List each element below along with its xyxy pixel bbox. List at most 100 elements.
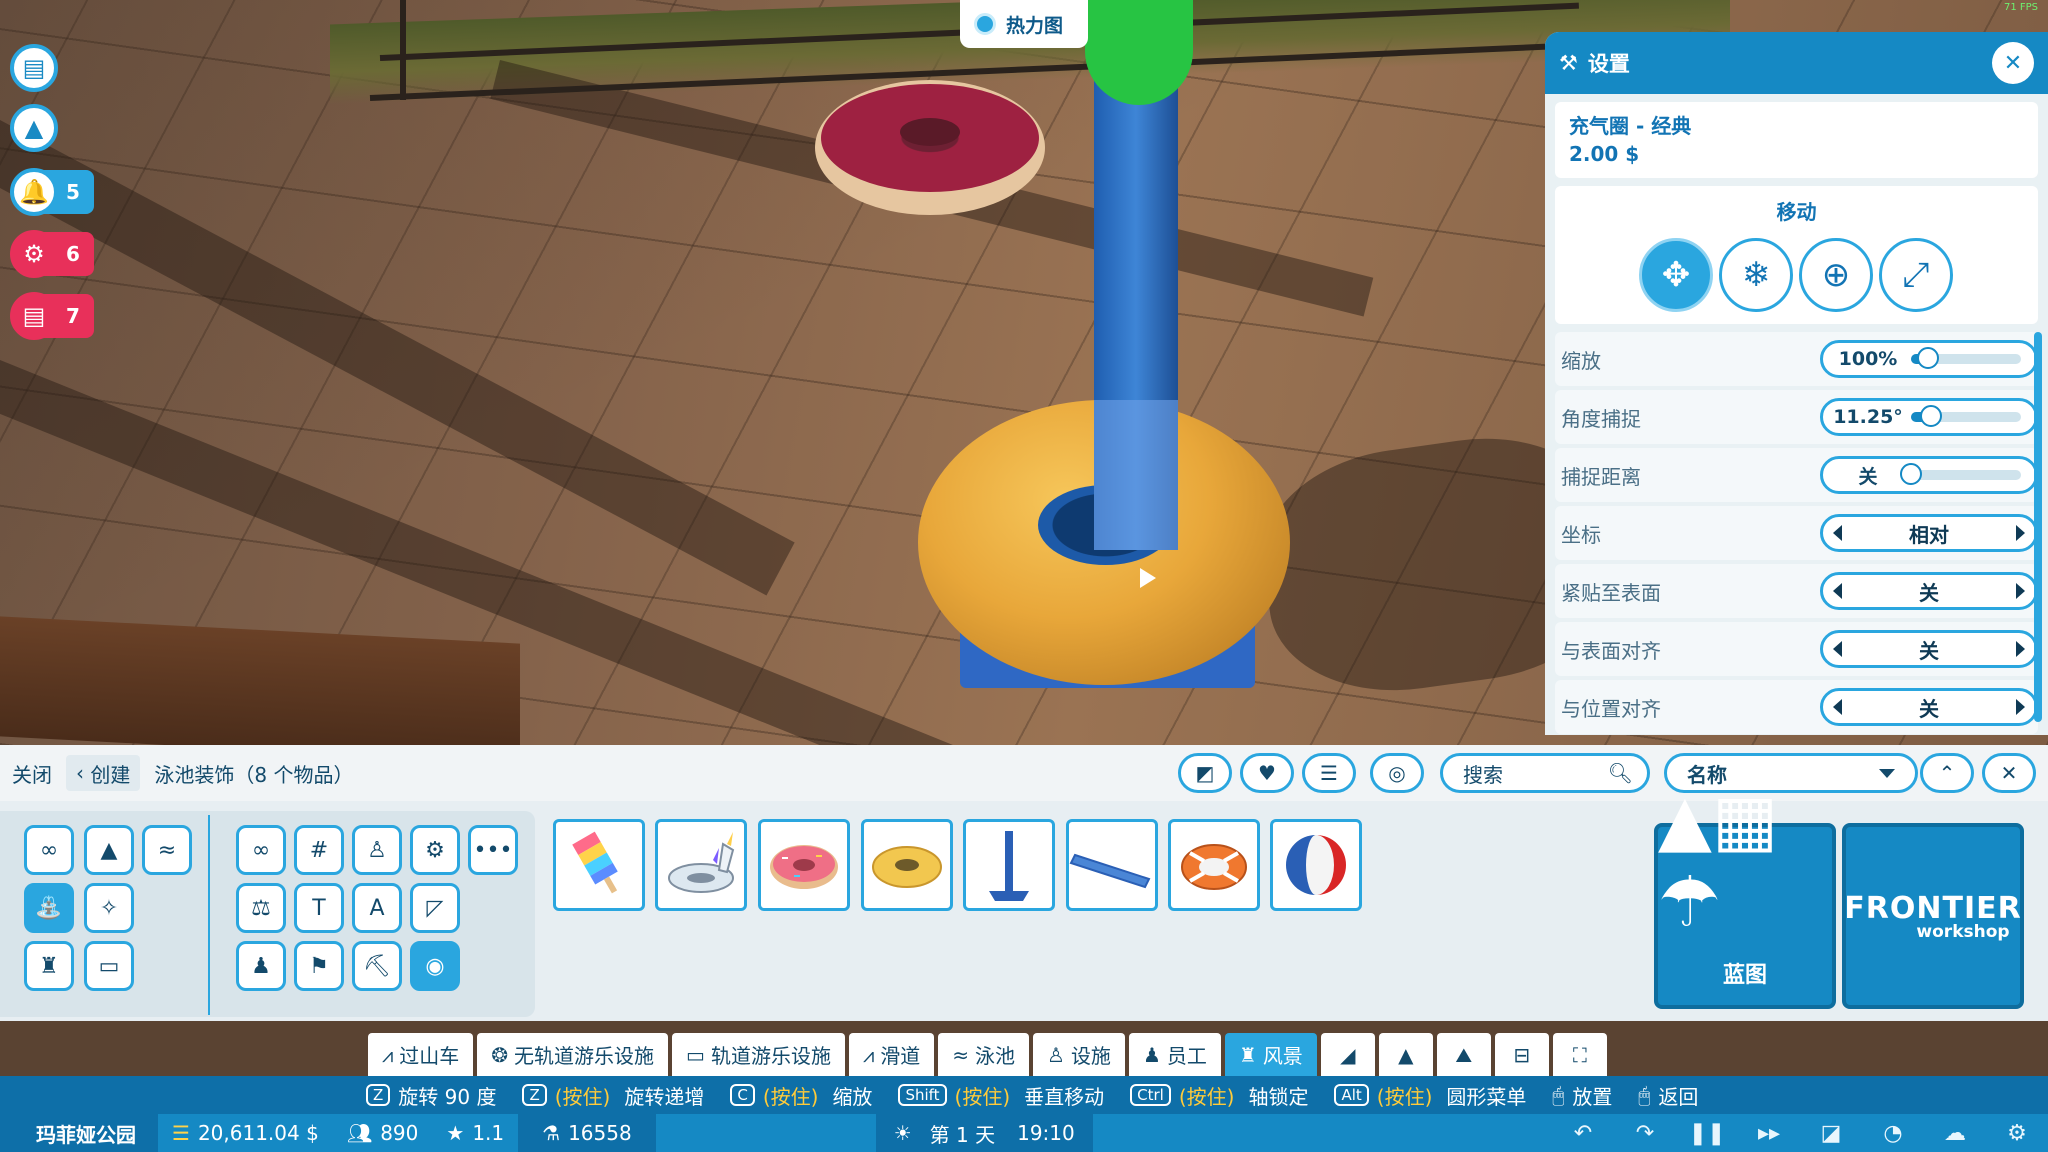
item-beach-ball[interactable] [1270,819,1362,911]
subcategory-grid-button[interactable]: # [294,825,344,875]
subcategory-people-button[interactable]: ♙ [352,825,402,875]
close-panel-button[interactable]: ✕ [1982,753,2036,793]
coordinates-selector[interactable]: 相对 [1820,514,2038,552]
tab-paths[interactable]: ⊟ [1494,1033,1549,1076]
undo-button[interactable]: ↶ [1552,1114,1614,1152]
subcategory-statues-button[interactable]: ♟ [236,941,286,991]
favorites-button[interactable]: ♥ [1240,753,1294,793]
blueprints-button[interactable]: ▲▦☂ 蓝图 [1654,779,1836,1009]
tab-flat-rides[interactable]: ❂ 无轨道游乐设施 [477,1033,669,1076]
park-management-button[interactable]: ◔ [1862,1114,1924,1152]
item-donut-float[interactable] [758,819,850,911]
collapse-button[interactable]: ⌃ [1920,753,1974,793]
key-label: Alt [1334,1084,1369,1106]
money-display[interactable]: ☰ 20,611.04 $ [158,1114,333,1152]
tab-staff[interactable]: ♟ 员工 [1128,1033,1221,1076]
tab-nature[interactable]: ▲ [1378,1033,1433,1076]
stick-surface-selector[interactable]: 关 [1820,572,2038,610]
search-input[interactable]: 搜索 🔍︎ [1440,753,1650,793]
move-scale-button[interactable]: ⤢ [1879,238,1953,312]
angle-snap-slider[interactable]: 11.25° [1820,398,2038,436]
chevron-left-icon[interactable] [1833,525,1842,541]
filters-button[interactable]: ☰ [1302,753,1356,793]
item-unicorn-float[interactable] [655,819,747,911]
item-pole[interactable] [963,819,1055,911]
tab-expand[interactable]: ⛶ [1552,1033,1607,1076]
tab-scenery[interactable]: ♜ 风景 [1224,1033,1317,1076]
tab-landscape[interactable]: ⛰ [1436,1033,1491,1076]
category-buildings-button[interactable]: ♜ [24,941,74,991]
item-ring-float-classic[interactable] [861,819,953,911]
move-free-button[interactable]: ✥ [1639,238,1713,312]
date-time-display[interactable]: ☀ 第 1 天 19:10 [875,1114,1093,1152]
subcategory-pipes-button[interactable]: ⛏ [352,941,402,991]
heatmap-button[interactable]: 热力图 [960,0,1088,48]
slider-handle[interactable] [1916,347,1939,369]
slider-handle[interactable] [1919,405,1942,427]
move-freeze-button[interactable]: ❄ [1719,238,1793,312]
align-surface-selector[interactable]: 关 [1820,630,2038,668]
left-button-alerts[interactable]: ⚙ 6 [10,230,94,278]
subcategory-letters-t-button[interactable]: T [294,883,344,933]
camera-button[interactable]: ◪ [1800,1114,1862,1152]
settings-gear-button[interactable]: ⚙ [1986,1114,2048,1152]
tab-tracked-rides[interactable]: ▭ 轨道游乐设施 [672,1033,845,1076]
close-settings-button[interactable]: ✕ [1992,42,2034,84]
hint-action: 垂直移动 [1024,1084,1105,1109]
category-pool-decor-button[interactable]: ⛲ [24,883,74,933]
subcategory-all-button[interactable]: ∞ [236,825,286,875]
redo-button[interactable]: ↷ [1614,1114,1676,1152]
chevron-right-icon[interactable] [2016,583,2025,599]
move-rotate-button[interactable]: ⊕ [1799,238,1873,312]
chevron-right-icon[interactable] [2016,699,2025,715]
frontier-workshop-button[interactable]: FRONTIER workshop [1842,823,2024,1009]
settings-scrollbar[interactable] [2034,332,2042,722]
fast-forward-button[interactable]: ▸▸ [1738,1114,1800,1152]
research-display[interactable]: ⚗ 16558 [518,1114,656,1152]
chevron-left-icon[interactable] [1833,583,1842,599]
chevron-right-icon[interactable] [2016,641,2025,657]
slider-handle[interactable] [1900,463,1922,485]
left-button-notifications[interactable]: 🔔 5 [10,168,94,216]
category-nature-button[interactable]: ▲ [84,825,134,875]
chevron-left-icon[interactable] [1833,699,1842,715]
subcategory-more-button[interactable]: ••• [468,825,518,875]
subcategory-lifebuoy-button[interactable]: ◉ [410,941,460,991]
left-button-tasks[interactable]: ▤ [10,44,58,92]
donut-float-object[interactable] [815,80,1045,215]
filter-owned-button[interactable]: ◩ [1178,753,1232,793]
category-effects-button[interactable]: ✧ [84,883,134,933]
subcategory-signposts-button[interactable]: ⚑ [294,941,344,991]
snap-distance-slider[interactable]: 关 [1820,456,2038,494]
align-position-selector[interactable]: 关 [1820,688,2038,726]
chevron-right-icon[interactable] [2016,525,2025,541]
fps-counter: 71 FPS [2003,2,2038,13]
subcategory-settings-button[interactable]: ⚙ [410,825,460,875]
park-name-button[interactable]: 玛菲娅公园 [0,1114,158,1152]
category-signs-button[interactable]: ▭ [84,941,134,991]
back-to-create-button[interactable]: ‹ 创建 [66,755,141,791]
category-all-button[interactable]: ∞ [24,825,74,875]
subcategory-machines-button[interactable]: ⚖ [236,883,286,933]
category-pool-button[interactable]: ≈ [142,825,192,875]
rating-display[interactable]: ★ 1.1 [432,1114,518,1152]
tab-facilities[interactable]: ♙ 设施 [1033,1033,1125,1076]
item-popsicle-float[interactable] [553,819,645,911]
left-button-issues[interactable]: ▤ 7 [10,292,94,340]
left-button-add[interactable]: ▲ [10,104,58,152]
item-pool-noodle[interactable] [1066,819,1158,911]
tab-terrain[interactable]: ◢ [1320,1033,1375,1076]
tab-pools[interactable]: ≈ 泳池 [938,1033,1029,1076]
weather-button[interactable]: ☁ [1924,1114,1986,1152]
subcategory-frames-button[interactable]: ◸ [410,883,460,933]
pack-filter-button[interactable]: ◎ [1370,753,1424,793]
item-lifebuoy[interactable] [1168,819,1260,911]
tab-slides[interactable]: ⩘ 滑道 [848,1033,935,1076]
subcategory-letters-a-button[interactable]: A [352,883,402,933]
close-browser-button[interactable]: 关闭 [0,753,64,793]
chevron-left-icon[interactable] [1833,641,1842,657]
pause-button[interactable]: ❚❚ [1676,1114,1738,1152]
guests-display[interactable]: 👥︎ 890 [333,1114,433,1152]
tab-coasters[interactable]: ⩘ 过山车 [368,1033,474,1076]
scale-slider[interactable]: 100% [1820,340,2038,378]
